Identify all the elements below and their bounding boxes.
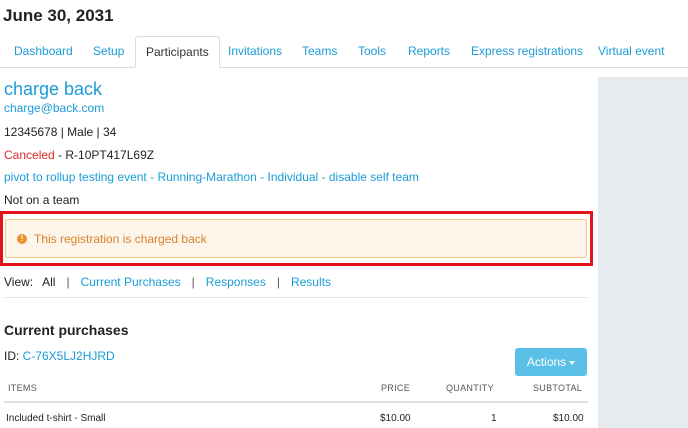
- view-separator: |: [66, 275, 70, 289]
- column-header-quantity: QUANTITY: [446, 383, 494, 393]
- column-header-price: PRICE: [381, 383, 411, 393]
- event-link[interactable]: pivot to rollup testing event: [4, 170, 147, 184]
- view-label: View:: [4, 275, 34, 289]
- table-header-divider: [4, 401, 588, 403]
- cell-item: Included t-shirt - Small: [6, 413, 106, 424]
- tab-virtual-event[interactable]: Virtual event: [598, 36, 665, 66]
- tab-dashboard[interactable]: Dashboard: [14, 36, 73, 66]
- tab-participants[interactable]: Participants: [135, 36, 220, 68]
- view-all[interactable]: All: [42, 275, 55, 289]
- view-results[interactable]: Results: [291, 275, 331, 289]
- event-info-line: pivot to rollup testing event - Running-…: [4, 170, 419, 184]
- actions-dropdown-button[interactable]: Actions: [515, 348, 587, 376]
- alert-text: This registration is charged back: [34, 232, 207, 246]
- purchase-id-link[interactable]: C-76X5LJ2HJRD: [23, 349, 115, 363]
- charged-back-alert: ! This registration is charged back: [5, 219, 587, 258]
- participant-email-link[interactable]: charge@back.com: [4, 101, 104, 115]
- registration-status-line: Canceled - R-10PT417L69Z: [4, 148, 154, 162]
- cell-price: $10.00: [380, 413, 411, 424]
- status-canceled: Canceled: [4, 148, 55, 162]
- view-filter-bar: View: All | Current Purchases | Responses | Res…: [4, 275, 331, 289]
- cell-quantity: 1: [491, 413, 497, 424]
- tab-invitations[interactable]: Invitations: [228, 36, 282, 66]
- view-separator: |: [276, 275, 280, 289]
- participant-name-link[interactable]: charge back: [4, 79, 102, 100]
- category-link[interactable]: Running-Marathon: [157, 170, 256, 184]
- current-purchases-title: Current purchases: [4, 322, 129, 338]
- cell-subtotal: $10.00: [553, 413, 584, 424]
- caret-down-icon: [569, 360, 576, 365]
- category-separator: -: [256, 170, 268, 184]
- purchase-id: ID: C-76X5LJ2HJRD: [4, 349, 115, 363]
- view-responses[interactable]: Responses: [206, 275, 266, 289]
- registration-ref: - R-10PT417L69Z: [54, 148, 155, 162]
- tab-tools[interactable]: Tools: [358, 36, 386, 66]
- section-divider: [4, 297, 588, 298]
- actions-label: Actions: [526, 355, 567, 369]
- column-header-subtotal: SUBTOTAL: [533, 383, 583, 393]
- team-status: Not on a team: [4, 193, 80, 207]
- tab-bar: Dashboard Setup Participants Invitations…: [0, 36, 688, 68]
- tab-setup[interactable]: Setup: [93, 36, 124, 66]
- tab-reports[interactable]: Reports: [408, 36, 450, 66]
- view-current-purchases[interactable]: Current Purchases: [81, 275, 181, 289]
- tab-express-registrations[interactable]: Express registrations: [471, 36, 583, 66]
- registration-type-link[interactable]: Individual - disable self team: [268, 170, 419, 184]
- purchase-id-label: ID:: [4, 349, 23, 363]
- view-separator: |: [191, 275, 195, 289]
- tab-teams[interactable]: Teams: [302, 36, 337, 66]
- participant-details: 12345678 | Male | 34: [4, 125, 117, 139]
- column-header-items: ITEMS: [8, 383, 38, 393]
- page-title: June 30, 2031: [3, 6, 114, 25]
- right-side-panel: [598, 77, 688, 428]
- warning-icon: !: [17, 234, 27, 244]
- event-separator: -: [146, 170, 158, 184]
